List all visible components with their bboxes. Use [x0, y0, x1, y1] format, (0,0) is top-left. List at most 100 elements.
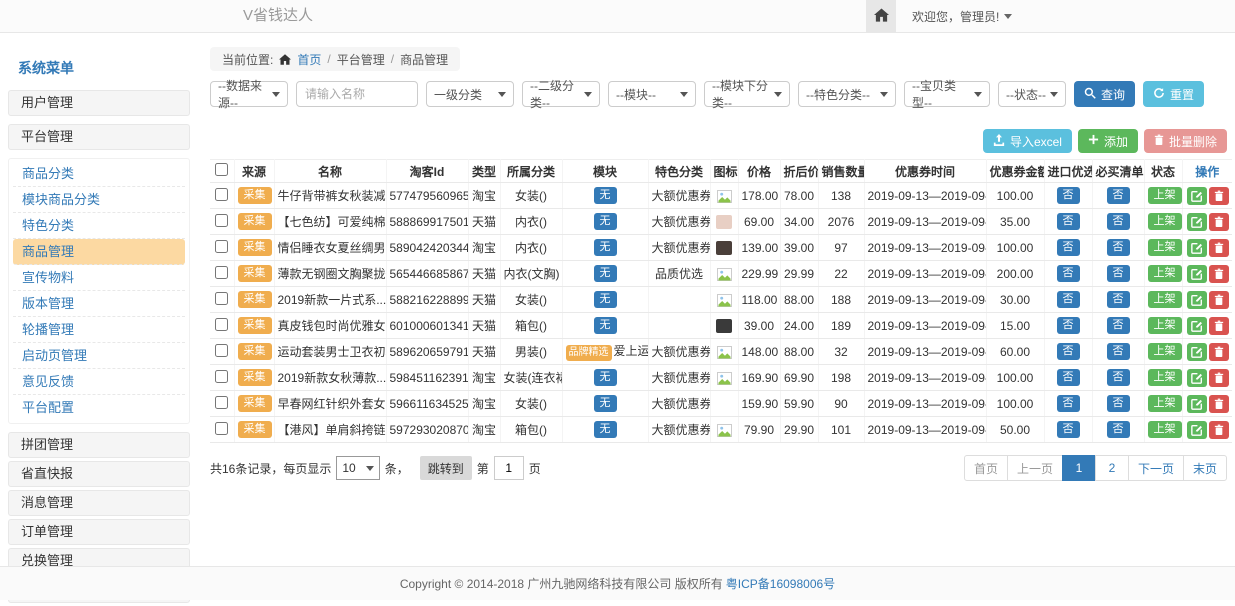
row-checkbox[interactable] — [215, 344, 228, 357]
row-checkbox[interactable] — [215, 266, 228, 279]
status-badge[interactable]: 上架 — [1148, 317, 1182, 335]
filter-select[interactable]: --二级分类-- — [522, 81, 600, 107]
edit-button[interactable] — [1187, 187, 1207, 205]
delete-button[interactable] — [1209, 421, 1229, 439]
module-badge[interactable]: 无 — [594, 213, 617, 231]
page-button[interactable]: 上一页 — [1007, 455, 1063, 481]
sidebar-item[interactable]: 省直快报 — [8, 461, 190, 487]
sidebar-subitem[interactable]: 模块商品分类 — [13, 187, 185, 213]
status-badge[interactable]: 上架 — [1148, 265, 1182, 283]
status-badge[interactable]: 上架 — [1148, 369, 1182, 387]
imported-toggle-badge[interactable]: 否 — [1057, 187, 1080, 205]
delete-button[interactable] — [1209, 317, 1229, 335]
page-button[interactable]: 2 — [1095, 455, 1129, 481]
filter-select[interactable]: --状态-- — [998, 81, 1066, 107]
sidebar-subitem[interactable]: 商品分类 — [13, 161, 185, 187]
status-badge[interactable]: 上架 — [1148, 291, 1182, 309]
edit-button[interactable] — [1187, 265, 1207, 283]
icp-link[interactable]: 粤ICP备16098006号 — [726, 575, 835, 592]
sidebar-subitem[interactable]: 特色分类 — [13, 213, 185, 239]
status-badge[interactable]: 上架 — [1148, 395, 1182, 413]
row-checkbox[interactable] — [215, 240, 228, 253]
name-search-input[interactable] — [296, 81, 418, 107]
imported-toggle-badge[interactable]: 否 — [1057, 369, 1080, 387]
filter-select[interactable]: --宝贝类型-- — [904, 81, 990, 107]
import-excel-button[interactable]: 导入excel — [983, 129, 1072, 153]
module-badge[interactable]: 无 — [594, 291, 617, 309]
must-buy-toggle-badge[interactable]: 否 — [1107, 395, 1130, 413]
imported-toggle-badge[interactable]: 否 — [1057, 395, 1080, 413]
home-button[interactable] — [866, 0, 896, 32]
user-menu[interactable]: 欢迎您，管理员! — [912, 8, 1012, 25]
module-badge[interactable]: 无 — [594, 395, 617, 413]
sidebar-subitem[interactable]: 意见反馈 — [13, 369, 185, 395]
module-badge[interactable]: 无 — [594, 187, 617, 205]
delete-button[interactable] — [1209, 239, 1229, 257]
must-buy-toggle-badge[interactable]: 否 — [1107, 317, 1130, 335]
filter-select[interactable]: --模块-- — [608, 81, 696, 107]
must-buy-toggle-badge[interactable]: 否 — [1107, 187, 1130, 205]
imported-toggle-badge[interactable]: 否 — [1057, 291, 1080, 309]
module-badge[interactable]: 无 — [594, 421, 617, 439]
edit-button[interactable] — [1187, 239, 1207, 257]
edit-button[interactable] — [1187, 291, 1207, 309]
sidebar-item[interactable]: 拼团管理 — [8, 432, 190, 458]
page-button[interactable]: 首页 — [964, 455, 1008, 481]
delete-button[interactable] — [1209, 291, 1229, 309]
sidebar-item-platform-management[interactable]: 平台管理 — [8, 124, 190, 150]
delete-button[interactable] — [1209, 395, 1229, 413]
select-all-checkbox[interactable] — [215, 163, 228, 176]
status-badge[interactable]: 上架 — [1148, 213, 1182, 231]
row-checkbox[interactable] — [215, 292, 228, 305]
edit-button[interactable] — [1187, 213, 1207, 231]
module-badge[interactable]: 无 — [594, 317, 617, 335]
filter-select[interactable]: --模块下分类-- — [704, 81, 790, 107]
must-buy-toggle-badge[interactable]: 否 — [1107, 239, 1130, 257]
edit-button[interactable] — [1187, 421, 1207, 439]
delete-button[interactable] — [1209, 213, 1229, 231]
sidebar-item[interactable]: 订单管理 — [8, 519, 190, 545]
filter-select[interactable]: --特色分类-- — [798, 81, 896, 107]
edit-button[interactable] — [1187, 317, 1207, 335]
add-button[interactable]: 添加 — [1078, 129, 1138, 153]
module-badge[interactable]: 无 — [594, 239, 617, 257]
reset-button[interactable]: 重置 — [1143, 81, 1204, 107]
imported-toggle-badge[interactable]: 否 — [1057, 213, 1080, 231]
must-buy-toggle-badge[interactable]: 否 — [1107, 291, 1130, 309]
must-buy-toggle-badge[interactable]: 否 — [1107, 213, 1130, 231]
must-buy-toggle-badge[interactable]: 否 — [1107, 369, 1130, 387]
sidebar-subitem[interactable]: 轮播管理 — [13, 317, 185, 343]
sidebar-subitem[interactable]: 商品管理 — [13, 239, 185, 265]
page-button[interactable]: 1 — [1062, 455, 1096, 481]
edit-button[interactable] — [1187, 343, 1207, 361]
row-checkbox[interactable] — [215, 396, 228, 409]
page-button[interactable]: 末页 — [1183, 455, 1227, 481]
imported-toggle-badge[interactable]: 否 — [1057, 317, 1080, 335]
sidebar-subitem[interactable]: 版本管理 — [13, 291, 185, 317]
row-checkbox[interactable] — [215, 370, 228, 383]
row-checkbox[interactable] — [215, 214, 228, 227]
page-button[interactable]: 下一页 — [1128, 455, 1184, 481]
imported-toggle-badge[interactable]: 否 — [1057, 343, 1080, 361]
delete-button[interactable] — [1209, 265, 1229, 283]
sidebar-item-user-management[interactable]: 用户管理 — [8, 90, 190, 116]
edit-button[interactable] — [1187, 369, 1207, 387]
must-buy-toggle-badge[interactable]: 否 — [1107, 265, 1130, 283]
sidebar-subitem[interactable]: 启动页管理 — [13, 343, 185, 369]
status-badge[interactable]: 上架 — [1148, 239, 1182, 257]
jump-button[interactable]: 跳转到 — [420, 456, 472, 480]
must-buy-toggle-badge[interactable]: 否 — [1107, 343, 1130, 361]
row-checkbox[interactable] — [215, 188, 228, 201]
module-badge[interactable]: 无 — [594, 265, 617, 283]
imported-toggle-badge[interactable]: 否 — [1057, 265, 1080, 283]
page-number-input[interactable] — [494, 456, 524, 480]
sidebar-item[interactable]: 消息管理 — [8, 490, 190, 516]
status-badge[interactable]: 上架 — [1148, 343, 1182, 361]
edit-button[interactable] — [1187, 395, 1207, 413]
sidebar-subitem[interactable]: 宣传物料 — [13, 265, 185, 291]
filter-select[interactable]: 一级分类 — [426, 81, 514, 107]
row-checkbox[interactable] — [215, 318, 228, 331]
delete-button[interactable] — [1209, 369, 1229, 387]
filter-select[interactable]: --数据来源-- — [210, 81, 288, 107]
breadcrumb-home-link[interactable]: 首页 — [297, 51, 321, 68]
